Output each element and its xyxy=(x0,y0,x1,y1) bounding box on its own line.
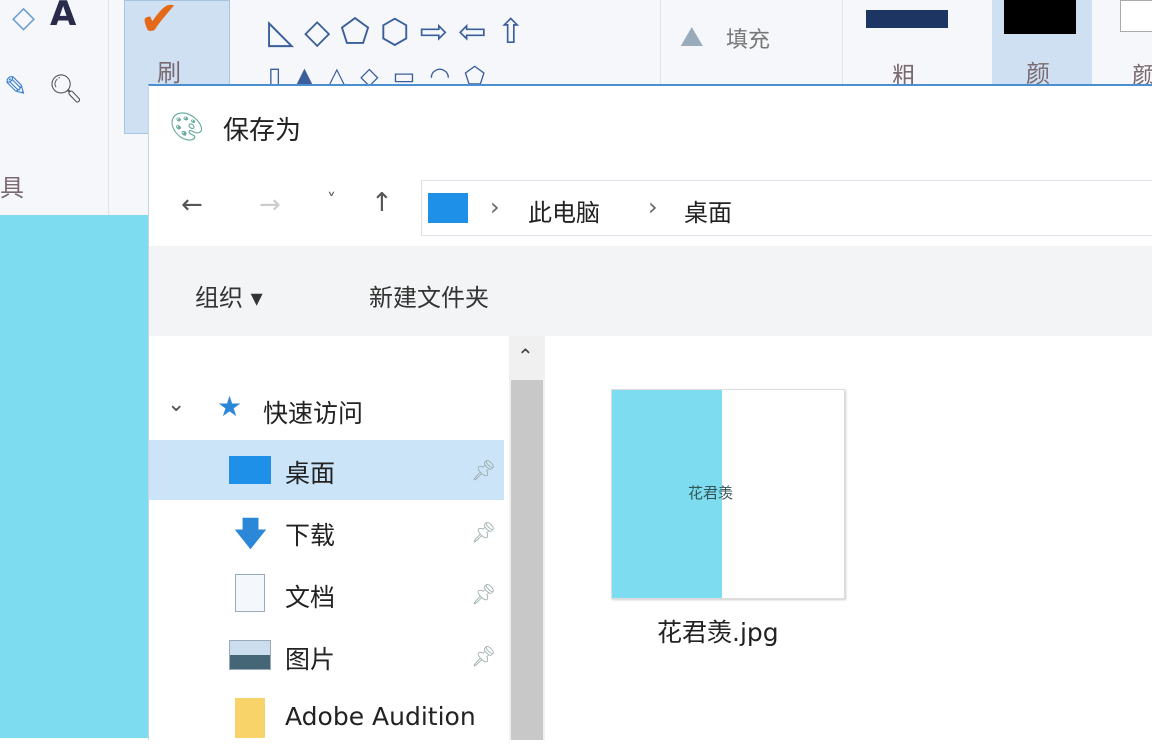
tools-group-label: 具 xyxy=(0,168,24,203)
magnifier-icon[interactable]: 🔍︎ xyxy=(48,72,84,105)
fill-button[interactable]: 填充 xyxy=(726,22,770,54)
save-as-dialog: 🎨︎ 保存为 ← → ˅ ↑ › 此电脑 › 桌面 组织 ▾ 新建文件夹 ⌄ ★… xyxy=(148,84,1152,740)
pc-icon xyxy=(428,193,468,223)
quick-access[interactable]: 快速访问 xyxy=(263,394,363,430)
file-name: 花君羡.jpg xyxy=(657,613,779,649)
scrollbar-thumb[interactable] xyxy=(511,380,543,740)
pin-icon: 📌︎ xyxy=(471,520,496,544)
sidebar-item-pictures[interactable]: 图片 📌︎ xyxy=(149,626,504,686)
text-tool-icon[interactable]: A xyxy=(50,0,76,34)
color1-swatch xyxy=(1004,0,1076,34)
brush-icon: ✔ xyxy=(139,0,179,47)
color1-button[interactable]: 颜 xyxy=(992,0,1092,84)
recent-locations-button[interactable]: ˅ xyxy=(327,190,336,211)
sidebar-item-label: 图片 xyxy=(285,640,335,676)
breadcrumb-this-pc[interactable]: 此电脑 xyxy=(528,193,600,228)
up-button[interactable]: ↑ xyxy=(371,188,393,218)
sidebar-item-downloads[interactable]: 🡇 下载 📌︎ xyxy=(149,502,504,562)
thumbnail-text: 花君羡 xyxy=(688,482,733,503)
color-picker-icon[interactable]: ✎ xyxy=(4,70,27,103)
chevron-down-icon[interactable]: ⌄ xyxy=(167,392,185,417)
dialog-toolbar: 组织 ▾ 新建文件夹 xyxy=(149,246,1152,336)
size-line-icon[interactable] xyxy=(866,10,948,28)
address-bar[interactable]: › 此电脑 › 桌面 xyxy=(421,180,1152,236)
star-icon: ★ xyxy=(217,390,242,423)
shapes-gallery[interactable]: ◺◇⬠⬡⇨⇦⇧ xyxy=(268,12,535,52)
file-item[interactable]: 花君羡 花君羡.jpg xyxy=(611,389,843,597)
folder-icon xyxy=(235,698,265,738)
sidebar-item-label: 下载 xyxy=(285,516,335,552)
pin-icon: 📌︎ xyxy=(471,582,496,606)
new-folder-button[interactable]: 新建文件夹 xyxy=(369,278,489,313)
forward-button[interactable]: → xyxy=(259,190,281,220)
sidebar-item-label: Adobe Audition xyxy=(285,702,476,731)
fill-icon: ⛰ xyxy=(680,20,704,54)
sidebar-item-desktop[interactable]: 桌面 📌︎ xyxy=(149,440,504,500)
paint-canvas[interactable] xyxy=(0,215,150,738)
pictures-icon xyxy=(229,640,271,670)
back-button[interactable]: ← xyxy=(181,190,203,220)
pin-icon: 📌︎ xyxy=(471,644,496,668)
desktop-icon xyxy=(229,456,271,484)
sidebar-item-documents[interactable]: 文档 📌︎ xyxy=(149,564,504,624)
breadcrumb-desktop[interactable]: 桌面 xyxy=(684,193,732,228)
dialog-title: 保存为 xyxy=(223,110,301,147)
pin-icon: 📌︎ xyxy=(471,458,496,482)
navigation-scrollbar[interactable]: ⌃ xyxy=(509,336,545,740)
sidebar-item-label: 桌面 xyxy=(285,454,335,490)
paint-app-icon: 🎨︎ xyxy=(169,110,205,143)
color2-swatch[interactable] xyxy=(1120,0,1152,32)
download-icon: 🡇 xyxy=(233,510,268,567)
scroll-up-icon[interactable]: ⌃ xyxy=(517,344,534,368)
eraser-icon[interactable]: ◇ xyxy=(12,0,35,35)
sidebar-item-adobe-audition[interactable]: Adobe Audition xyxy=(149,688,504,748)
organize-button[interactable]: 组织 ▾ xyxy=(195,278,263,313)
navigation-pane: ⌄ ★ 快速访问 桌面 📌︎ 🡇 下载 📌︎ 文档 📌︎ 图片 📌︎ Adobe… xyxy=(149,336,509,740)
brushes-label: 刷 xyxy=(157,53,181,88)
file-thumbnail: 花君羡 xyxy=(611,389,845,599)
document-icon xyxy=(235,574,265,612)
sidebar-item-label: 文档 xyxy=(285,578,335,614)
